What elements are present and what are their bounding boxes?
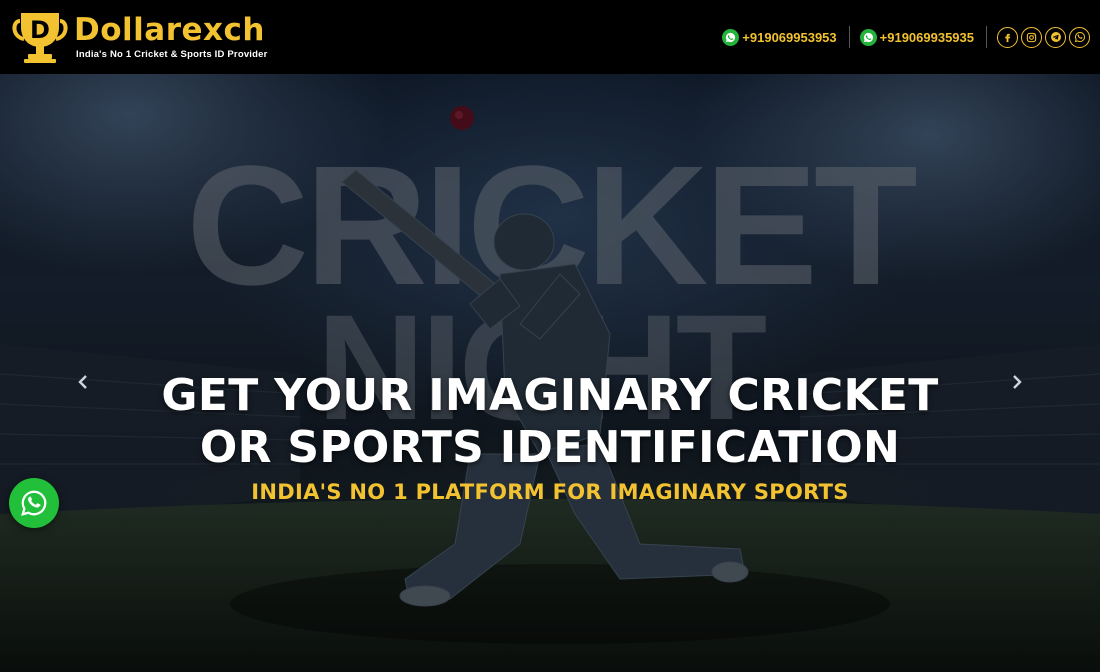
divider xyxy=(986,26,987,48)
phone-link-2[interactable]: +919069935935 xyxy=(859,28,974,46)
whatsapp-icon xyxy=(859,28,877,46)
whatsapp-icon[interactable] xyxy=(1069,26,1090,48)
divider xyxy=(848,26,850,48)
phone-link-1[interactable]: +919069953953 xyxy=(722,28,837,46)
brand-logo[interactable]: D Dollarexch India's No 1 Cricket & Spor… xyxy=(10,0,268,74)
telegram-icon[interactable] xyxy=(1045,26,1066,48)
brand-name: Dollarexch xyxy=(74,11,265,48)
whatsapp-icon xyxy=(21,490,47,516)
header-contacts: +919069953953 +919069935935 xyxy=(722,0,1090,74)
hero-title-line1: GET YOUR IMAGINARY CRICKET xyxy=(161,370,939,421)
brand-tagline: India's No 1 Cricket & Sports ID Provide… xyxy=(76,48,268,60)
hero-slider: CRICKET NIGHT xyxy=(0,74,1100,672)
instagram-icon[interactable] xyxy=(1021,26,1042,48)
site-header: D Dollarexch India's No 1 Cricket & Spor… xyxy=(0,0,1100,74)
hero-subtitle: INDIA'S NO 1 PLATFORM FOR IMAGINARY SPOR… xyxy=(251,480,849,504)
phone-number-1: +919069953953 xyxy=(742,29,837,45)
hero-title: GET YOUR IMAGINARY CRICKET OR SPORTS IDE… xyxy=(0,370,1100,474)
social-links xyxy=(997,26,1090,48)
whatsapp-icon xyxy=(722,28,740,46)
whatsapp-float-button[interactable] xyxy=(9,478,59,528)
hero-title-line2: OR SPORTS IDENTIFICATION xyxy=(199,422,901,473)
svg-text:D: D xyxy=(30,16,50,44)
facebook-icon[interactable] xyxy=(997,26,1018,48)
phone-number-2: +919069935935 xyxy=(879,29,974,45)
trophy-logo-icon: D xyxy=(12,13,68,63)
